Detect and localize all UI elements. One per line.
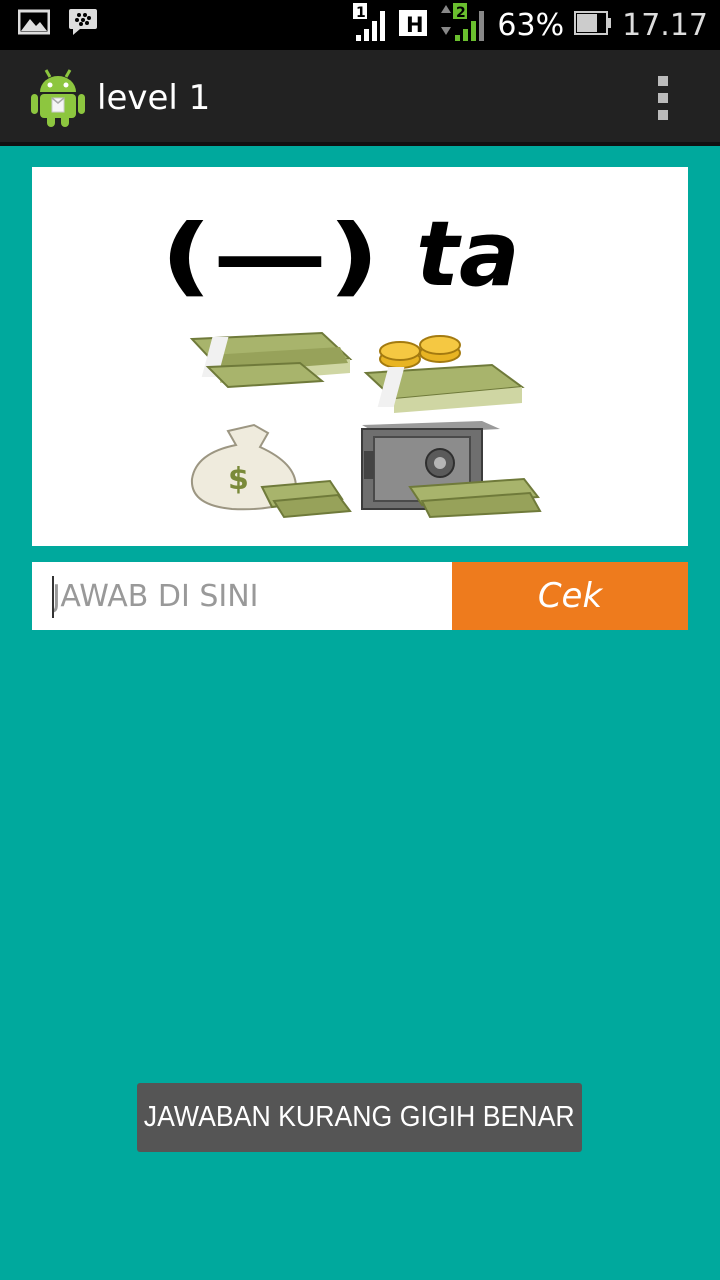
puzzle-image: (—) ta $ <box>32 167 688 546</box>
android-icon[interactable] <box>30 68 86 128</box>
check-button[interactable]: Cek <box>452 562 688 630</box>
signal-sim2-icon: 2 <box>439 3 487 47</box>
sim1-label: 1 <box>356 5 366 21</box>
puzzle-blank: (—) <box>160 206 380 306</box>
action-bar: level 1 <box>0 50 720 146</box>
bbm-notification-icon <box>68 8 98 40</box>
clock: 17.17 <box>622 7 708 43</box>
battery-icon <box>574 9 612 41</box>
answer-row: Cek <box>32 562 688 630</box>
sim2-label: 2 <box>456 5 466 21</box>
toast: JAWABAN KURANG GIGIH BENAR <box>137 1083 582 1152</box>
status-bar: 1 H 2 63% 17.17 <box>0 0 720 50</box>
toast-message: JAWABAN KURANG GIGIH BENAR <box>144 1101 575 1133</box>
network-type-icon: H <box>399 8 429 42</box>
puzzle-suffix: ta <box>416 202 520 307</box>
text-cursor <box>52 576 54 618</box>
page-title: level 1 <box>97 78 211 118</box>
network-type-label: H <box>406 13 424 37</box>
signal-sim1-icon: 1 <box>353 3 389 47</box>
coins-money-icon <box>363 335 525 413</box>
money-stack-icon <box>189 331 353 389</box>
battery-percent: 63% <box>497 7 565 43</box>
answer-input[interactable] <box>32 562 452 630</box>
safe-icon <box>361 421 542 519</box>
overflow-menu-icon[interactable] <box>648 74 678 122</box>
money-bag-icon: $ <box>190 423 352 519</box>
svg-text:$: $ <box>228 462 249 497</box>
gallery-notification-icon <box>17 9 51 39</box>
